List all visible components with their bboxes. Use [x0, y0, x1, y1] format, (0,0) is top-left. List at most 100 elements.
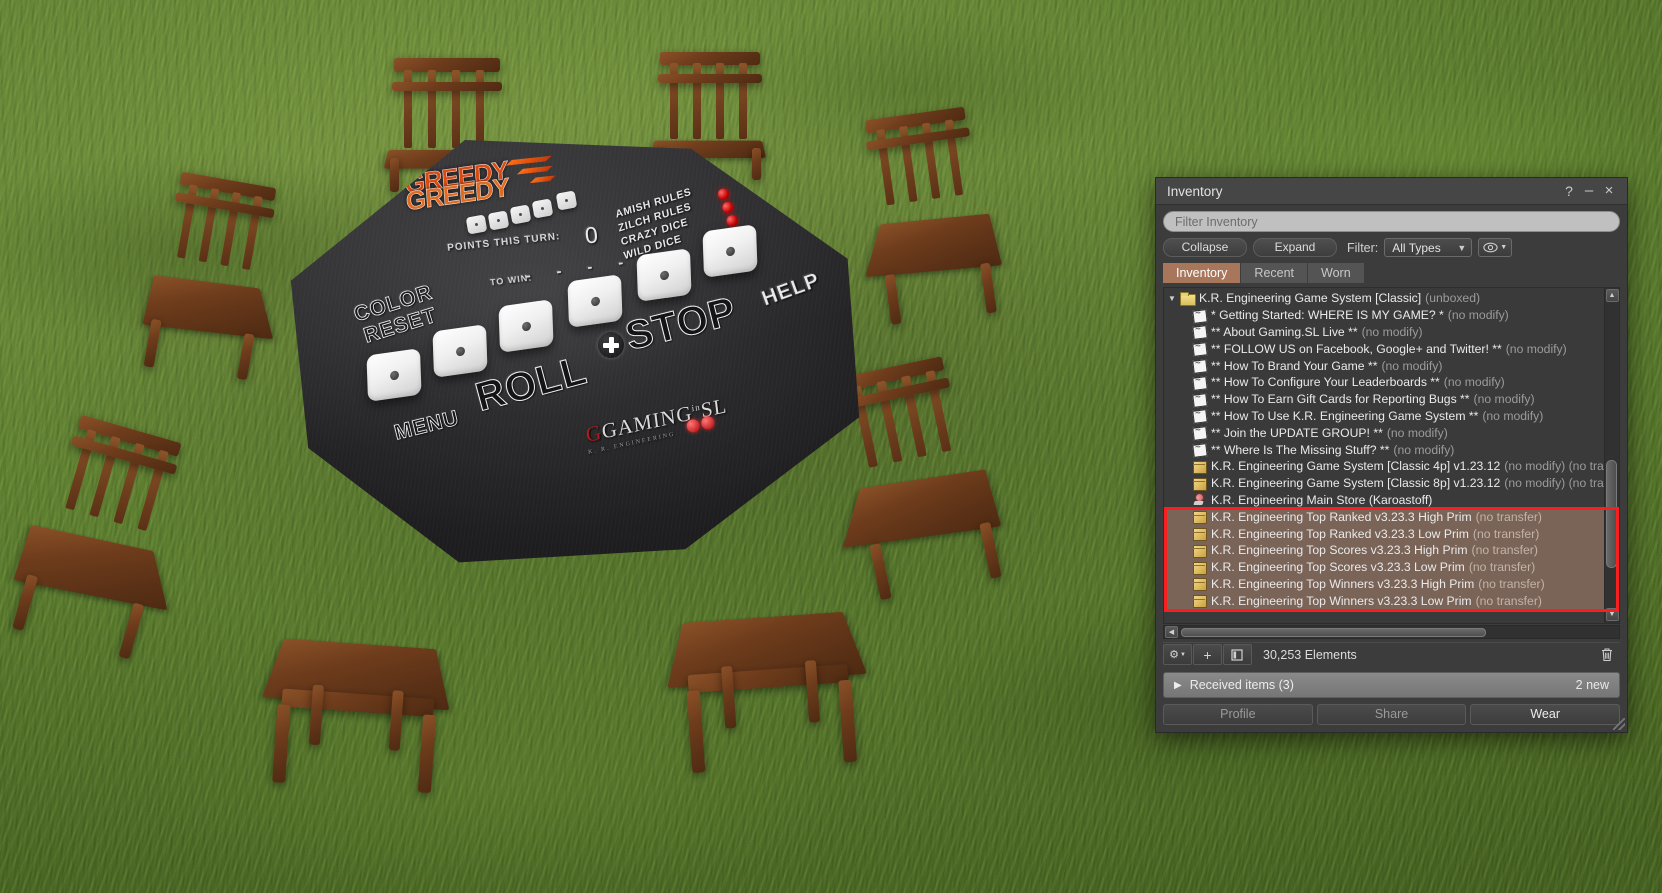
tab-recent[interactable]: Recent	[1241, 263, 1308, 283]
list-item[interactable]: ** Join the UPDATE GROUP! ** (no modify)	[1164, 424, 1604, 441]
status-bar: ⚙ ▼ + 30,253 Elements	[1163, 642, 1620, 666]
collapse-button[interactable]: Collapse	[1163, 238, 1247, 257]
scroll-down-icon[interactable]: ▼	[1606, 608, 1619, 621]
inventory-list[interactable]: ▼ K.R. Engineering Game System [Classic] (…	[1164, 288, 1604, 623]
die[interactable]	[636, 248, 691, 302]
notecard-icon	[1191, 375, 1208, 390]
trash-icon[interactable]	[1594, 644, 1620, 665]
plus-icon[interactable]: +	[1193, 644, 1222, 665]
stop-button[interactable]: STOP	[621, 289, 741, 360]
gaming-logo-in: in	[691, 402, 701, 414]
scroll-left-icon[interactable]: ◀	[1165, 626, 1178, 638]
expand-triangle-icon[interactable]: ▼	[1168, 294, 1179, 303]
book-icon[interactable]	[1223, 644, 1252, 665]
list-item[interactable]: * Getting Started: WHERE IS MY GAME? *(n…	[1164, 307, 1604, 324]
reset-button[interactable]: RESET	[361, 304, 440, 349]
object-icon	[1191, 560, 1208, 575]
die[interactable]	[567, 274, 622, 328]
chevron-down-icon: ▼	[1500, 244, 1507, 251]
object-icon	[1191, 509, 1208, 524]
list-item[interactable]: K.R. Engineering Top Scores v3.23.3 High…	[1164, 542, 1604, 559]
game-table[interactable]: GREEDY GREEDY POINTS THIS TURN: 0 TO WIN…	[285, 140, 865, 580]
list-item[interactable]: K.R. Engineering Game System [Classic 8p…	[1164, 475, 1604, 492]
list-item-permissions: (no modify)	[1381, 359, 1442, 373]
list-item[interactable]: K.R. Engineering Game System [Classic 4p…	[1164, 458, 1604, 475]
list-item[interactable]: K.R. Engineering Main Store (Karoastoff)	[1164, 492, 1604, 509]
list-item-name: K.R. Engineering Top Winners v3.23.3 Hig…	[1211, 577, 1474, 591]
list-item-permissions: (no transfer)	[1476, 594, 1542, 608]
profile-button[interactable]: Profile	[1163, 704, 1313, 725]
color-button[interactable]: COLOR	[351, 281, 435, 328]
inventory-list-area[interactable]: ▼ K.R. Engineering Game System [Classic] (…	[1163, 287, 1620, 624]
inventory-window[interactable]: Inventory ? – × Collapse Expand Filter: …	[1155, 177, 1628, 733]
list-item[interactable]: K.R. Engineering Top Ranked v3.23.3 Low …	[1164, 525, 1604, 542]
tab-worn[interactable]: Worn	[1308, 263, 1365, 283]
horizontal-scrollbar[interactable]: ◀	[1163, 625, 1620, 639]
resize-grip[interactable]	[1613, 718, 1625, 730]
gaming-logo-text: GAMING	[600, 400, 693, 443]
received-items-bar[interactable]: ▶ Received items (3) 2 new	[1163, 672, 1620, 698]
list-item[interactable]: ** Where Is The Missing Stuff? **(no mod…	[1164, 441, 1604, 458]
list-item-name: ** Join the UPDATE GROUP! **	[1211, 426, 1383, 440]
list-item[interactable]: K.R. Engineering Top Scores v3.23.3 Low …	[1164, 559, 1604, 576]
notecard-icon	[1191, 358, 1208, 373]
share-button[interactable]: Share	[1317, 704, 1467, 725]
object-icon	[1191, 593, 1208, 608]
list-item[interactable]: K.R. Engineering Top Winners v3.23.3 Hig…	[1164, 576, 1604, 593]
plus-icon[interactable]	[598, 332, 624, 358]
search-input[interactable]	[1163, 211, 1620, 232]
trash-glyph	[1600, 647, 1614, 662]
list-item[interactable]: K.R. Engineering Top Ranked v3.23.3 High…	[1164, 508, 1604, 525]
list-item[interactable]: ** How To Use K.R. Engineering Game Syst…	[1164, 408, 1604, 425]
scroll-up-icon[interactable]: ▲	[1606, 289, 1619, 302]
die[interactable]	[366, 348, 421, 402]
list-item[interactable]: ** How To Earn Gift Cards for Reporting …	[1164, 391, 1604, 408]
toolbar-row: Collapse Expand Filter: All Types ▼ ▼	[1163, 238, 1620, 257]
die[interactable]	[432, 324, 487, 378]
visibility-filter-button[interactable]: ▼	[1478, 238, 1512, 257]
rule-item: CRAZY DICE	[620, 212, 698, 249]
list-item[interactable]: ▼ K.R. Engineering Game System [Classic](…	[1164, 290, 1604, 307]
list-item-permissions: (no modify)	[1387, 426, 1448, 440]
scrollbar-thumb[interactable]	[1606, 460, 1617, 568]
notecard-icon	[1191, 442, 1208, 457]
list-item[interactable]: ** About Gaming.SL Live **(no modify)	[1164, 324, 1604, 341]
list-item-permissions: (no modify)	[1448, 308, 1509, 322]
list-item[interactable]: K.R. Engineering Top Winners v3.23.3 Low…	[1164, 592, 1604, 609]
help-icon[interactable]: ?	[1559, 181, 1579, 201]
gaming-logo-dots	[683, 415, 716, 439]
list-item-permissions: (no modify)	[1474, 392, 1535, 406]
tab-inventory[interactable]: Inventory	[1163, 263, 1241, 283]
folder-icon	[1179, 291, 1196, 306]
expand-triangle-icon[interactable]: ▶	[1174, 680, 1182, 691]
menu-button[interactable]: MENU	[392, 406, 462, 445]
die[interactable]	[498, 299, 553, 353]
list-item-name: K.R. Engineering Top Scores v3.23.3 High…	[1211, 543, 1468, 557]
die[interactable]	[702, 224, 757, 278]
hscrollbar-thumb[interactable]	[1181, 628, 1486, 637]
list-item-name: K.R. Engineering Game System [Classic 4p…	[1211, 459, 1500, 473]
list-item-name: K.R. Engineering Game System [Classic]	[1199, 291, 1421, 305]
gaming-logo-subtitle: K. R. ENGINEERING	[588, 420, 730, 456]
object-icon	[1191, 576, 1208, 591]
list-item[interactable]: ** How To Configure Your Leaderboards **…	[1164, 374, 1604, 391]
minimize-icon[interactable]: –	[1579, 181, 1599, 201]
notecard-icon	[1191, 425, 1208, 440]
list-item[interactable]: ** How To Brand Your Game **(no modify)	[1164, 357, 1604, 374]
list-item-name: K.R. Engineering Game System [Classic 8p…	[1211, 476, 1500, 490]
roll-button[interactable]: ROLL	[471, 348, 592, 421]
gear-icon[interactable]: ⚙ ▼	[1163, 644, 1192, 665]
notecard-icon	[1191, 341, 1208, 356]
close-icon[interactable]: ×	[1599, 181, 1619, 201]
list-item-name: K.R. Engineering Top Ranked v3.23.3 High…	[1211, 510, 1472, 524]
help-button[interactable]: HELP	[759, 268, 824, 311]
wear-button[interactable]: Wear	[1470, 704, 1620, 725]
list-item[interactable]: ** FOLLOW US on Facebook, Google+ and Tw…	[1164, 340, 1604, 357]
list-item-name: K.R. Engineering Top Scores v3.23.3 Low …	[1211, 560, 1465, 574]
window-titlebar[interactable]: Inventory ? – ×	[1156, 178, 1627, 205]
book-glyph	[1231, 649, 1244, 661]
vertical-scrollbar[interactable]: ▲ ▼	[1604, 288, 1619, 623]
table-surface[interactable]: GREEDY GREEDY POINTS THIS TURN: 0 TO WIN…	[285, 140, 865, 580]
type-filter-select[interactable]: All Types ▼	[1384, 238, 1472, 257]
expand-button[interactable]: Expand	[1253, 238, 1337, 257]
